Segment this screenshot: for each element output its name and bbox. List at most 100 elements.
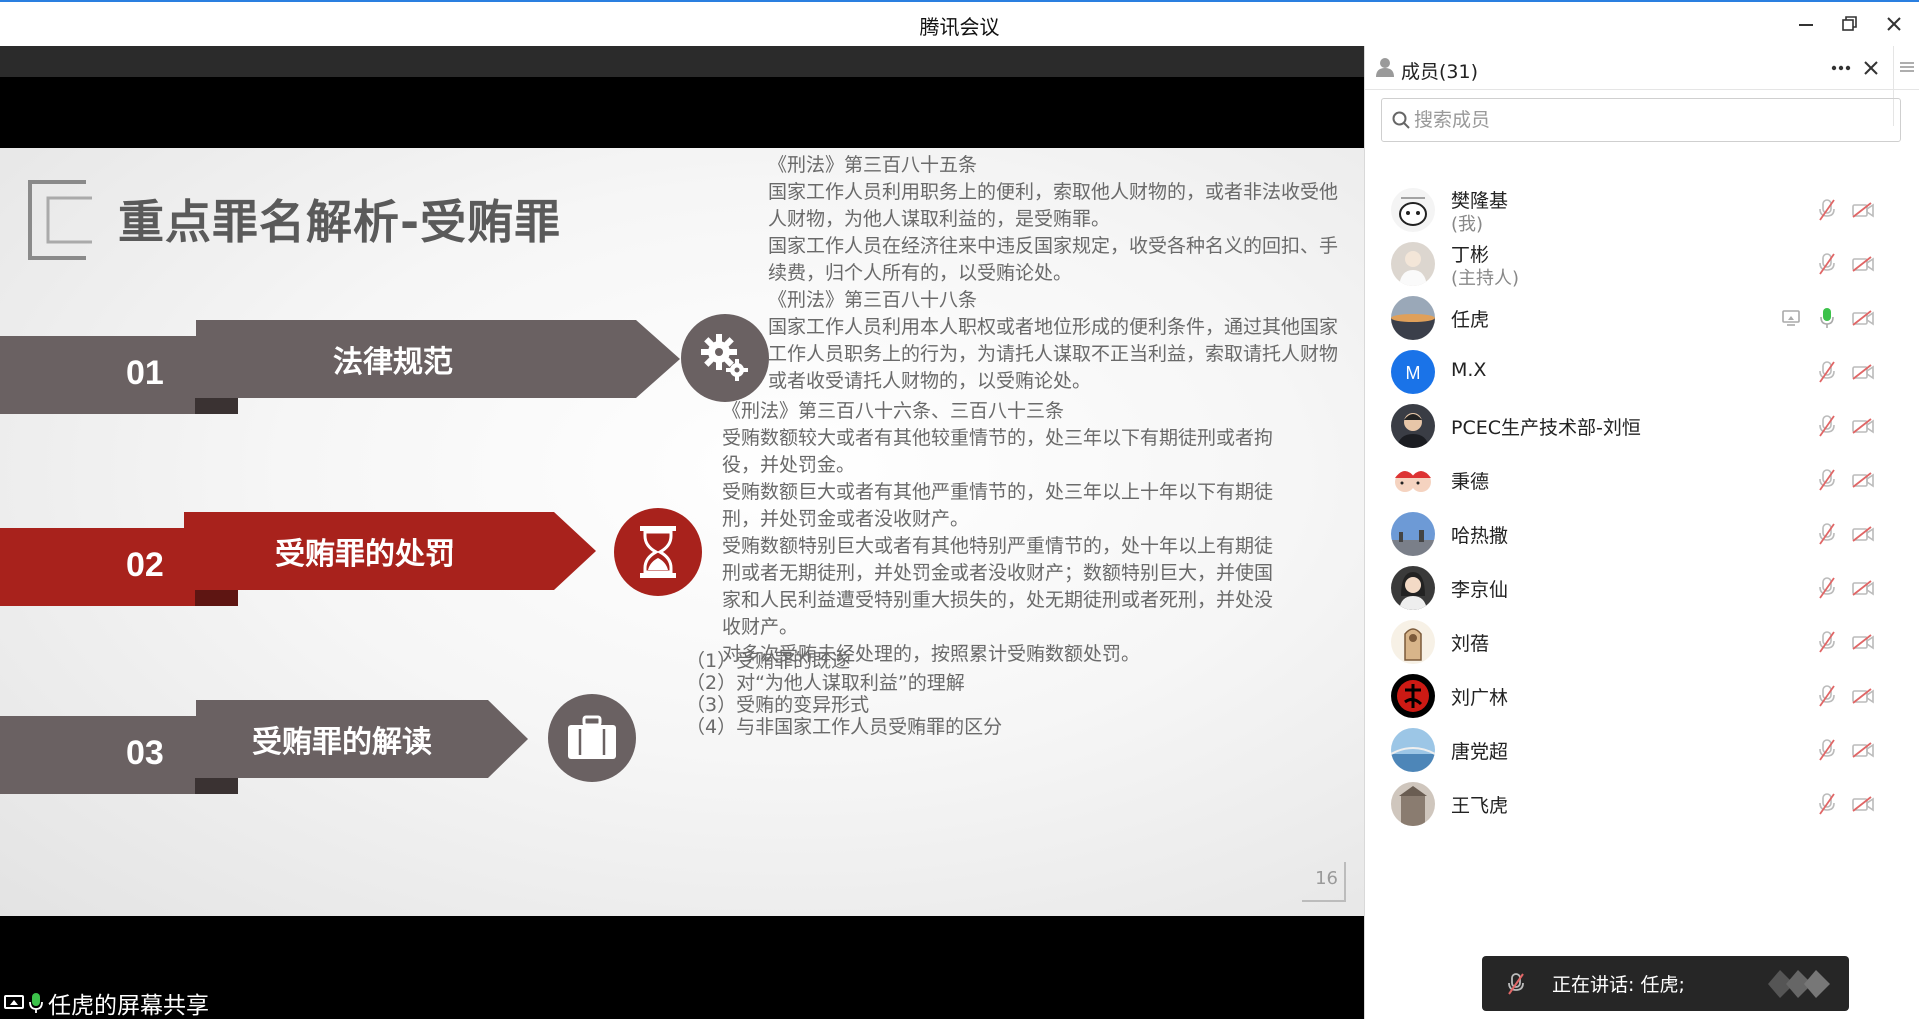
text-line: 役，并处罚金。 [722,454,856,476]
avatar [1391,242,1435,286]
member-name: 丁彬 [1451,244,1490,266]
minimize-button[interactable] [1790,10,1822,38]
member-name: M.X [1451,359,1487,381]
screen-share-area: 重点罪名解析-受贿罪 01 法律规范 02 受贿罪的处罚 03 受贿罪的解读 《… [0,46,1364,1019]
avatar [1391,566,1435,610]
section-banner-interpretation: 受贿罪的解读 [196,700,528,778]
camera-off-icon[interactable] [1851,360,1875,384]
mic-muted-icon[interactable] [1815,630,1839,654]
member-name: 樊隆基 [1451,190,1509,212]
avatar [1391,458,1435,502]
avatar [1391,188,1435,232]
tencent-meeting-logo [1768,970,1830,998]
member-name: 刘广林 [1451,687,1509,709]
member-row[interactable]: 王飞虎 [1365,770,1895,836]
more-options-button[interactable] [1827,54,1855,82]
text-line: （1）受贿罪的既遂 [686,650,851,672]
gears-icon [681,314,769,402]
text-line: 国家工作人员利用本人职权或者地位形成的便利条件，通过其他国家 [768,316,1339,338]
text-line: 刑或者无期徒刑，并处罚金或者没收财产；数额特别巨大，并使国 [722,562,1274,584]
title-bar: 腾讯会议 [0,0,1919,46]
member-name: 李京仙 [1451,579,1509,601]
mic-muted-icon [1508,973,1524,995]
screen-share-label: 任虎的屏幕共享 [0,986,228,1019]
restore-icon [1842,16,1857,31]
member-name: 刘蓓 [1451,633,1490,655]
more-icon [1831,65,1851,71]
text-line: 受贿数额特别巨大或者有其他特别严重情节的，处十年以上有期徒 [722,535,1274,557]
share-top-band [0,46,1364,77]
avatar [1391,620,1435,664]
close-panel-button[interactable] [1857,54,1885,82]
text-line: 刑，并处罚金或者没收财产。 [722,508,970,530]
member-name: 任虎 [1451,309,1490,331]
mic-on-icon[interactable] [1815,306,1839,330]
mic-muted-icon[interactable] [1815,684,1839,708]
svg-text:M: M [1406,363,1421,383]
slide-title: 重点罪名解析-受贿罪 [118,195,562,249]
mic-muted-icon[interactable] [1815,198,1839,222]
mic-muted-icon[interactable] [1815,522,1839,546]
mic-muted-icon[interactable] [1815,414,1839,438]
speaking-text: 正在讲话: 任虎; [1552,974,1685,996]
briefcase-icon [548,694,636,782]
section-label: 受贿罪的解读 [252,725,432,760]
mic-muted-icon[interactable] [1815,468,1839,492]
legal-text-block-1: 《刑法》第三百八十五条 国家工作人员利用职务上的便利，索取他人财物的，或者非法收受… [768,152,1364,395]
text-line: 收财产。 [722,616,799,638]
camera-off-icon[interactable] [1851,306,1875,330]
member-name: 哈热撒 [1451,525,1509,547]
text-line: 《刑法》第三百八十五条 [768,154,978,176]
text-line: （3）受贿的变异形式 [686,694,870,716]
member-name: PCEC生产技术部-刘恒 [1451,417,1641,439]
member-name: 秉德 [1451,471,1490,493]
member-search-input[interactable] [1414,99,1894,141]
menu-icon [1900,62,1914,72]
mic-muted-icon[interactable] [1815,738,1839,762]
window-title: 腾讯会议 [919,15,1000,39]
mic-icon [29,992,43,1013]
text-line: 《刑法》第三百八十六条、三百八十三条 [722,400,1065,422]
camera-off-icon[interactable] [1851,576,1875,600]
camera-off-icon[interactable] [1851,630,1875,654]
section-banner-penalty: 受贿罪的处罚 [184,512,596,590]
member-list: 樊隆基 (我) 丁彬 (主持人) 任虎 M M.X PCEC生产技术部-刘恒 秉德 哈热撒 李京仙刘… [1365,166,1895,928]
members-panel: 成员(31) 樊隆基(我)丁彬(主持人)任虎MM.XPCEC生产技术部-刘恒秉德… [1364,46,1919,1019]
mic-muted-icon[interactable] [1815,360,1839,384]
speaking-indicator: 正在讲话: 任虎; [1482,956,1849,1011]
avatar [1391,296,1435,340]
avatar [1391,404,1435,448]
close-icon [1864,61,1878,75]
camera-off-icon[interactable] [1851,198,1875,222]
mic-muted-icon[interactable] [1815,576,1839,600]
slide-page-number: 16 [1302,862,1346,902]
members-header: 成员(31) [1365,46,1919,90]
camera-off-icon[interactable] [1851,522,1875,546]
text-line: 或者收受请托人财物的，以受贿论处。 [768,370,1092,392]
minimize-icon [1799,24,1813,26]
avatar: M [1391,350,1435,394]
restore-button[interactable] [1834,10,1866,38]
hourglass-icon [614,508,702,596]
camera-off-icon[interactable] [1851,468,1875,492]
camera-off-icon[interactable] [1851,414,1875,438]
camera-off-icon[interactable] [1851,792,1875,816]
section-banner-legal: 法律规范 [196,320,680,398]
member-search-box [1381,98,1901,142]
avatar [1391,512,1435,556]
camera-off-icon[interactable] [1851,252,1875,276]
section-label: 受贿罪的处罚 [275,537,455,572]
text-line: 国家工作人员在经济往来中违反国家规定，收受各种名义的回扣、手 [768,235,1339,257]
text-line: 受贿数额较大或者有其他较重情节的，处三年以下有期徒刑或者拘 [722,427,1274,449]
mic-muted-icon[interactable] [1815,792,1839,816]
legal-text-block-2: 《刑法》第三百八十六条、三百八十三条受贿数额较大或者有其他较重情节的，处三年以下… [722,398,1322,668]
camera-off-icon[interactable] [1851,738,1875,762]
avatar [1391,674,1435,718]
camera-off-icon[interactable] [1851,684,1875,708]
members-count-label: 成员(31) [1401,61,1479,83]
mic-muted-icon[interactable] [1815,252,1839,276]
screen-share-icon [1779,306,1803,330]
text-line: （2）对“为他人谋取利益”的理解 [686,672,965,694]
avatar [1391,782,1435,826]
close-button[interactable] [1878,10,1910,38]
